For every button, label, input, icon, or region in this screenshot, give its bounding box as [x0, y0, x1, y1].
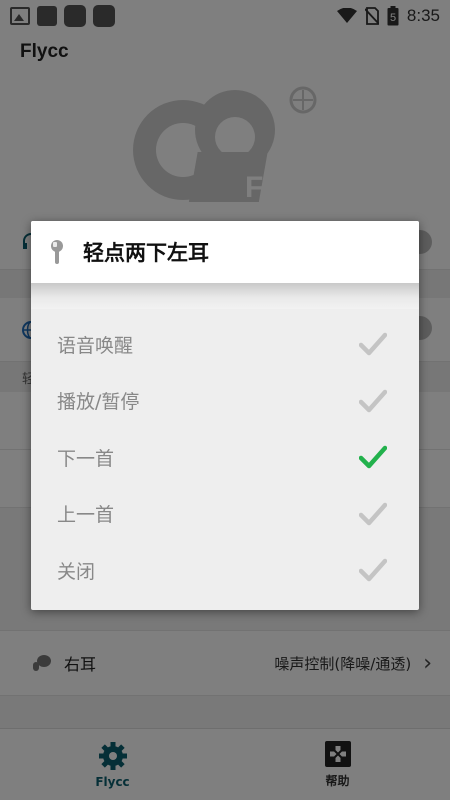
- option-label: 下一首: [57, 447, 115, 470]
- double-tap-left-ear-dialog: 轻点两下左耳 语音唤醒 播放/暂停 下一首 上一首 关闭: [31, 221, 419, 610]
- dialog-options: 语音唤醒 播放/暂停 下一首 上一首 关闭: [31, 309, 419, 599]
- checkmark-icon: [359, 502, 387, 525]
- option-off[interactable]: 关闭: [31, 542, 419, 599]
- checkmark-icon: [359, 389, 387, 412]
- checkmark-icon: [359, 333, 387, 356]
- option-voice-wake[interactable]: 语音唤醒: [31, 316, 419, 373]
- earbud-icon: [51, 240, 63, 264]
- option-label: 播放/暂停: [57, 391, 140, 414]
- checkmark-selected-icon: [359, 446, 387, 469]
- checkmark-icon: [359, 559, 387, 582]
- option-play-pause[interactable]: 播放/暂停: [31, 373, 419, 430]
- dialog-header: 轻点两下左耳: [31, 221, 419, 283]
- option-next-track[interactable]: 下一首: [31, 429, 419, 486]
- option-label: 语音唤醒: [57, 334, 134, 357]
- option-label: 关闭: [57, 560, 96, 583]
- option-label: 上一首: [57, 504, 115, 527]
- option-previous-track[interactable]: 上一首: [31, 486, 419, 543]
- dialog-divider: [31, 283, 419, 309]
- dialog-title: 轻点两下左耳: [83, 241, 209, 265]
